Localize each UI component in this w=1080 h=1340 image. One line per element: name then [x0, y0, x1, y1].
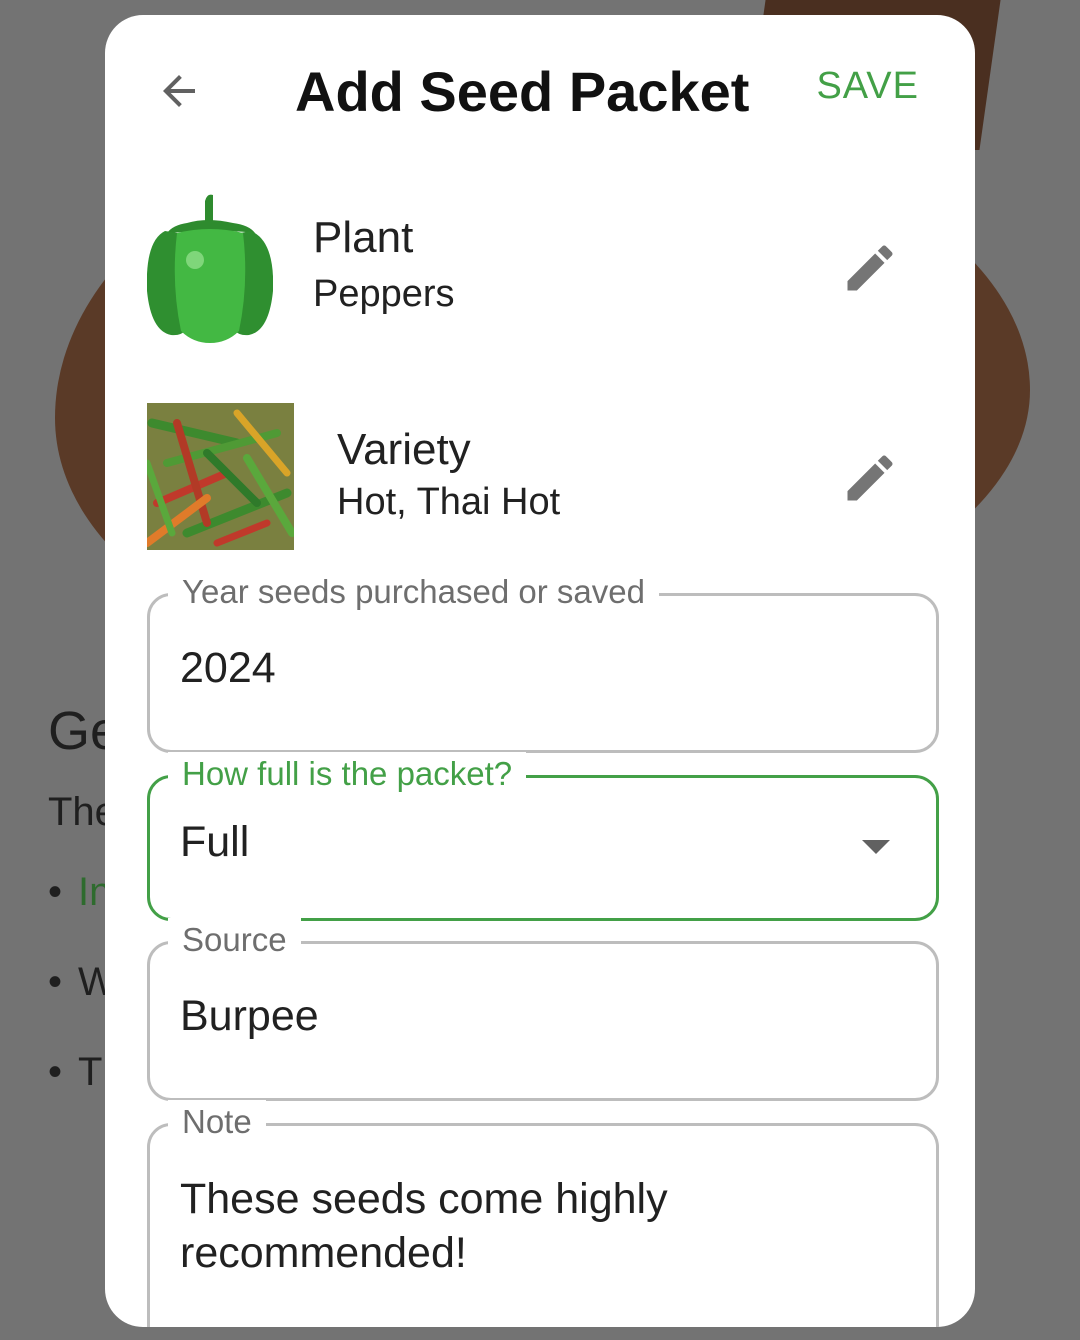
- year-field[interactable]: Year seeds purchased or saved 2024: [147, 570, 939, 753]
- background-bullet: • In: [48, 870, 112, 914]
- packet-fullness-select[interactable]: How full is the packet? Full: [147, 752, 939, 921]
- dialog-title: Add Seed Packet: [295, 60, 750, 123]
- edit-variety-button[interactable]: [840, 448, 900, 508]
- source-field[interactable]: Source Burpee: [147, 918, 939, 1101]
- background-bullet: • T: [48, 1050, 103, 1094]
- note-field-label: Note: [168, 1100, 266, 1144]
- back-button[interactable]: [151, 63, 207, 119]
- packet-fullness-value[interactable]: Full: [180, 818, 249, 867]
- note-field-value[interactable]: These seeds come highly recommended!: [180, 1172, 740, 1280]
- variety-value: Hot, Thai Hot: [337, 481, 561, 523]
- plant-row[interactable]: Plant Peppers: [147, 193, 937, 343]
- pencil-icon: [847, 455, 893, 501]
- plant-label: Plant: [313, 213, 414, 262]
- save-button[interactable]: SAVE: [816, 65, 919, 108]
- pepper-icon: [147, 194, 273, 343]
- plant-value: Peppers: [313, 273, 455, 315]
- variety-row[interactable]: Variety Hot, Thai Hot: [147, 403, 937, 553]
- year-field-value[interactable]: 2024: [180, 644, 276, 693]
- variety-label: Variety: [337, 425, 471, 474]
- add-seed-packet-dialog: Add Seed Packet SAVE Plant Peppers Varie…: [105, 15, 975, 1327]
- back-arrow-icon: [163, 75, 195, 107]
- dropdown-arrow-icon[interactable]: [862, 840, 890, 854]
- dialog-header: Add Seed Packet SAVE: [105, 15, 975, 175]
- pencil-icon: [847, 245, 893, 291]
- source-field-label: Source: [168, 918, 301, 962]
- source-field-value[interactable]: Burpee: [180, 992, 319, 1041]
- packet-fullness-label: How full is the packet?: [168, 752, 527, 796]
- note-field[interactable]: Note These seeds come highly recommended…: [147, 1100, 939, 1327]
- year-field-label: Year seeds purchased or saved: [168, 570, 659, 614]
- edit-plant-button[interactable]: [840, 238, 900, 298]
- variety-photo: [147, 403, 294, 550]
